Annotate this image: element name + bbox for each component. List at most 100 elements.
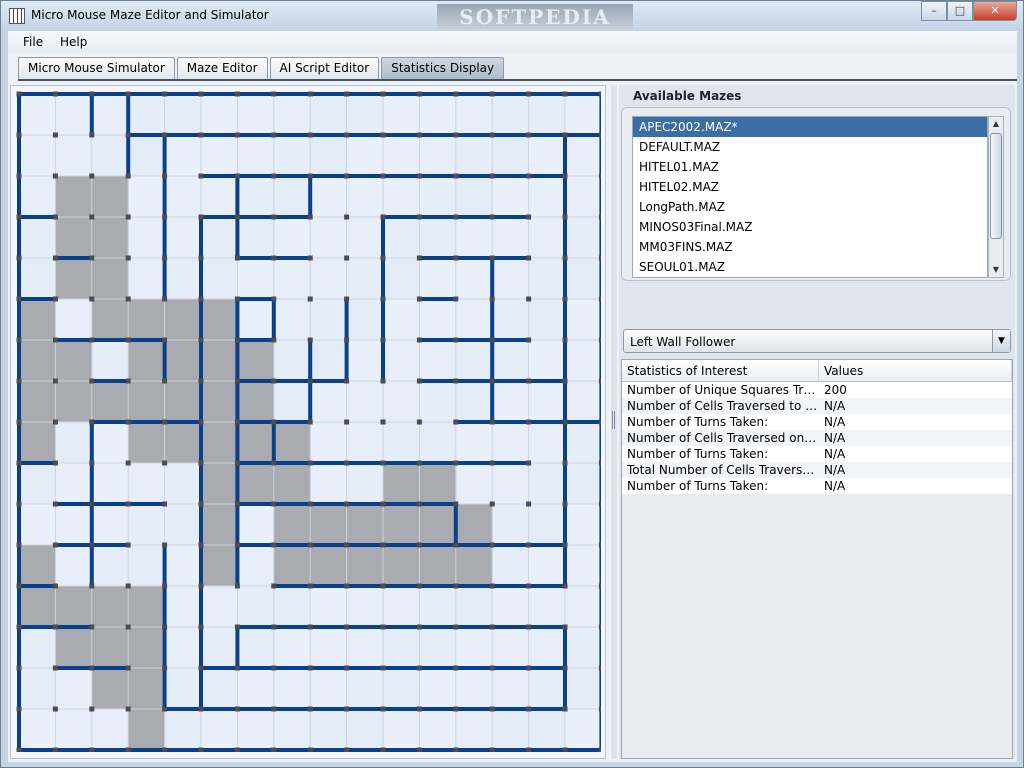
maze-cell [383,94,420,135]
maze-post [234,747,240,752]
maze-post [562,542,568,548]
maze-list[interactable]: APEC2002.MAZ* DEFAULT.MAZ HITEL01.MAZ HITEL… [632,116,988,278]
maze-cell [237,135,274,176]
maze-post [271,337,277,343]
scroll-down-icon[interactable]: ▼ [989,263,1003,277]
maze-post [562,255,568,261]
tab-ai-script-editor[interactable]: AI Script Editor [269,57,380,79]
maze-post [526,132,532,138]
maze-post [234,91,240,97]
maze-list-item[interactable]: DEFAULT.MAZ [633,137,987,157]
maze-post [271,296,277,302]
client-area: File Help Micro Mouse Simulator Maze Edi… [8,31,1017,762]
maze-list-item[interactable]: APEC2002.MAZ* [633,117,987,137]
maze-cell [19,176,56,217]
table-row[interactable]: Number of Turns Taken: N/A [622,478,1012,494]
maze-cell [565,668,601,709]
maze-cell [55,668,92,709]
maze-cell [55,299,92,340]
maximize-button[interactable]: □ [947,1,973,21]
maze-cell [528,176,565,217]
visited-cell [55,217,93,259]
maze-list-item[interactable]: LongPath.MAZ [633,197,987,217]
visited-cell [19,381,56,423]
maze-cell [237,299,274,340]
maze-post [16,378,22,384]
maze-cell [346,258,383,299]
table-row[interactable]: Number of Turns Taken: N/A [622,414,1012,430]
split-pane-divider[interactable] [611,85,617,759]
maze-list-item[interactable]: MINOS03Final.MAZ [633,217,987,237]
maze-cell [201,176,238,217]
visited-cell [383,463,420,505]
maze-cell [237,586,274,627]
maze-post [380,173,386,179]
maze-cell [419,217,456,258]
maze-post [198,501,204,507]
maze-cell [492,94,529,135]
maze-cell [164,135,201,176]
algorithm-select[interactable]: Left Wall Follower ▼ [623,329,1011,353]
visited-cell [19,422,56,464]
maze-post [489,501,495,507]
maze-post [52,583,58,589]
visited-cell [55,627,93,669]
maze-post [162,747,168,752]
table-row[interactable]: Number of Cells Traversed to R... N/A [622,398,1012,414]
maze-cell [128,94,165,135]
maze-post [416,542,422,548]
maze-post [380,214,386,220]
maze-list-item[interactable]: SEOUL01.MAZ [633,257,987,277]
tab-micro-mouse-simulator[interactable]: Micro Mouse Simulator [18,57,175,79]
maze-post [344,501,350,507]
maze-list-scrollbar[interactable]: ▲ ▼ [988,116,1004,278]
tab-maze-editor[interactable]: Maze Editor [176,57,268,79]
visited-cell [237,381,275,423]
menu-help[interactable]: Help [60,35,87,49]
maze-cell [164,668,201,709]
maze-post [198,378,204,384]
maze-list-item[interactable]: MM03FINS.MAZ [633,237,987,257]
menu-file[interactable]: File [23,35,43,49]
maze-post [416,255,422,261]
maze-post [307,255,313,261]
maze-post [198,747,204,752]
maze-cell [455,94,493,135]
close-button[interactable]: ✕ [973,1,1017,21]
scroll-thumb[interactable] [990,133,1002,239]
maze-cell [164,586,201,627]
maze-cell [164,176,201,217]
maze-list-item[interactable]: HITEL02.MAZ [633,177,987,197]
maze-post [526,706,532,712]
column-header-statistics[interactable]: Statistics of Interest [622,360,819,382]
menu-bar: File Help [8,31,1017,53]
maze-cell [91,135,129,176]
maze-post [16,460,22,466]
maze-panel [10,85,606,759]
visited-cell [383,504,420,546]
maze-post [89,624,95,630]
maze-post [526,214,532,220]
maze-post [344,255,350,261]
minimize-button[interactable]: – [921,1,947,21]
maze-cell [164,217,201,258]
maze-list-item[interactable]: HITEL01.MAZ [633,157,987,177]
divider-grip-icon[interactable] [612,411,615,429]
tab-statistics-display[interactable]: Statistics Display [381,57,505,79]
chevron-down-icon[interactable]: ▼ [992,330,1010,352]
table-row[interactable]: Number of Unique Squares Trav... 200 [622,382,1012,398]
maze-post [162,337,168,343]
maze-cell [346,586,383,627]
scroll-up-icon[interactable]: ▲ [989,117,1003,131]
maze-cell [565,586,601,627]
statistic-value: 200 [824,383,847,397]
maze-cell [492,545,529,586]
column-header-values[interactable]: Values [819,360,1012,382]
maze-cell [55,504,92,545]
table-row[interactable]: Number of Cells Traversed on B... N/A [622,430,1012,446]
table-row[interactable]: Total Number of Cells Traversed... N/A [622,462,1012,478]
maze-post [234,706,240,712]
table-row[interactable]: Number of Turns Taken: N/A [622,446,1012,462]
maze-post [526,296,532,302]
maze-grid[interactable] [15,90,601,752]
